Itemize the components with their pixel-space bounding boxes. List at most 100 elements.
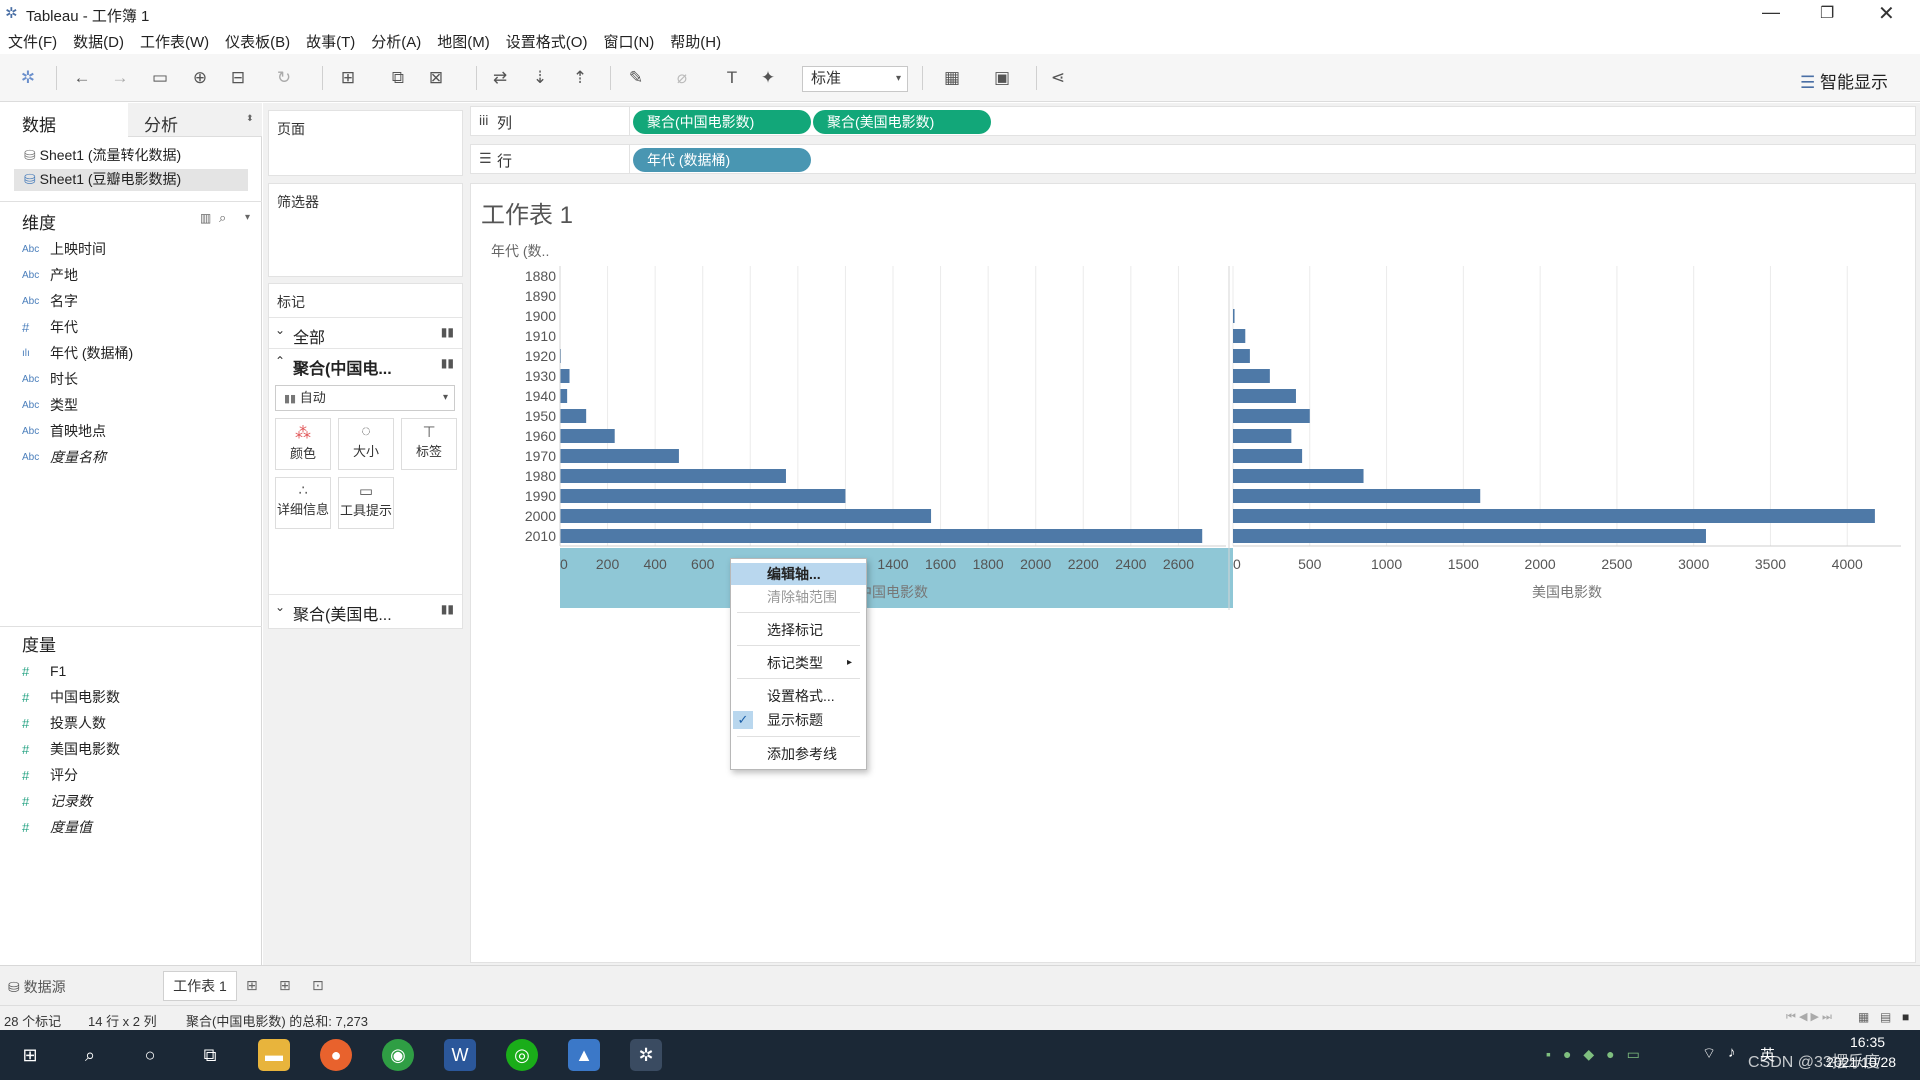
- dimension-field[interactable]: Abc 产地: [22, 263, 78, 287]
- tray-icons[interactable]: ▪●◆●▭: [1546, 1046, 1652, 1063]
- sort-descending-icon[interactable]: ⇡: [568, 66, 592, 90]
- photos-icon[interactable]: ▲: [568, 1039, 600, 1071]
- restore-icon[interactable]: ❐: [1820, 3, 1834, 23]
- measure-field[interactable]: # F1: [22, 659, 66, 683]
- menu-item-format[interactable]: 设置格式...: [731, 685, 866, 707]
- menu-item[interactable]: 故事(T): [306, 31, 355, 52]
- rows-shelf[interactable]: ☰ 行 年代 (数据桶): [470, 144, 1916, 174]
- word-icon[interactable]: W: [444, 1039, 476, 1071]
- dimension-field[interactable]: Abc 度量名称: [22, 445, 106, 469]
- dimension-field[interactable]: Abc 上映时间: [22, 237, 106, 261]
- share-icon[interactable]: ⋖: [1046, 66, 1070, 90]
- sheet-nav-icon[interactable]: ⏮ ◀ ▶ ⏭: [1786, 1010, 1832, 1024]
- firefox-icon[interactable]: ●: [320, 1039, 352, 1071]
- redo-icon[interactable]: →: [108, 66, 132, 90]
- measure-field[interactable]: # 度量值: [22, 815, 92, 839]
- save-icon[interactable]: ▭: [148, 66, 172, 90]
- close-icon[interactable]: ✕: [1878, 1, 1895, 26]
- tabs-view-icon[interactable]: ■: [1902, 1010, 1909, 1024]
- dimension-field[interactable]: # 年代: [22, 315, 78, 339]
- swap-axes-icon[interactable]: ⇄: [488, 66, 512, 90]
- tab-sheet-1[interactable]: 工作表 1: [163, 971, 237, 1001]
- menu-item[interactable]: 数据(D): [73, 31, 124, 52]
- datasource-item-active[interactable]: ⛁ Sheet1 (豆瓣电影数据): [14, 169, 248, 191]
- new-dashboard-icon[interactable]: ⊞: [279, 977, 291, 994]
- filmstrip-icon[interactable]: ▤: [1880, 1010, 1891, 1024]
- show-labels-icon[interactable]: T: [720, 66, 744, 90]
- menu-item-mark-type[interactable]: 标记类型 ▸: [731, 652, 866, 674]
- columns-shelf[interactable]: iii 列 聚合(中国电影数) 聚合(美国电影数): [470, 106, 1916, 136]
- column-pill-us[interactable]: 聚合(美国电影数): [813, 110, 991, 134]
- detail-button[interactable]: ∴ 详细信息: [275, 477, 331, 529]
- mark-type-select[interactable]: ▮▮ 自动 ▾: [275, 385, 455, 411]
- menu-item[interactable]: 仪表板(B): [225, 31, 290, 52]
- new-datasource-icon[interactable]: ⊕: [188, 66, 212, 90]
- menu-item[interactable]: 窗口(N): [603, 31, 654, 52]
- measure-field[interactable]: # 记录数: [22, 789, 92, 813]
- menu-item-show-header[interactable]: ✓ 显示标题: [731, 709, 866, 731]
- duplicate-sheet-icon[interactable]: ⧉: [386, 66, 410, 90]
- measure-field[interactable]: # 评分: [22, 763, 78, 787]
- dimension-field[interactable]: Abc 首映地点: [22, 419, 106, 443]
- undo-icon[interactable]: ←: [70, 66, 94, 90]
- menu-item[interactable]: 工作表(W): [140, 31, 209, 52]
- presentation-icon[interactable]: ▣: [990, 66, 1014, 90]
- dimension-field[interactable]: Abc 时长: [22, 367, 78, 391]
- file-explorer-icon[interactable]: ▬: [258, 1039, 290, 1071]
- pause-update-icon[interactable]: ⊟: [226, 66, 250, 90]
- dimension-field[interactable]: ılı 年代 (数据桶): [22, 341, 133, 365]
- search-icon[interactable]: ⌕: [74, 1039, 106, 1071]
- task-view-icon[interactable]: ⧉: [194, 1039, 226, 1071]
- pin-icon[interactable]: ✦: [756, 66, 780, 90]
- measure-field[interactable]: # 中国电影数: [22, 685, 120, 709]
- tableau-taskbar-icon[interactable]: ✲: [630, 1039, 662, 1071]
- dimension-field[interactable]: Abc 类型: [22, 393, 78, 417]
- column-pill-china[interactable]: 聚合(中国电影数): [633, 110, 811, 134]
- chrome-icon[interactable]: ◉: [382, 1039, 414, 1071]
- filters-card[interactable]: 筛选器: [268, 183, 463, 277]
- size-button[interactable]: ◌ 大小: [338, 418, 394, 470]
- menu-item[interactable]: 设置格式(O): [506, 31, 588, 52]
- clear-sheet-icon[interactable]: ⊠: [424, 66, 448, 90]
- marks-china[interactable]: ⌃ 聚合(中国电... ▮▮: [269, 348, 462, 378]
- view-toggle-icon[interactable]: ▥: [200, 211, 211, 225]
- sheet-sorter-icon[interactable]: ▦: [1858, 1010, 1869, 1024]
- pages-card[interactable]: 页面: [268, 110, 463, 176]
- show-cards-icon[interactable]: ▦: [940, 66, 964, 90]
- fit-select[interactable]: 标准 ▾: [802, 66, 908, 92]
- cortana-icon[interactable]: ○: [134, 1039, 166, 1071]
- tableau-start-icon[interactable]: ✲: [16, 66, 40, 90]
- tab-analysis[interactable]: 分析 ⬍: [128, 103, 262, 137]
- menu-item-add-reference-line[interactable]: 添加参考线: [731, 743, 866, 765]
- menu-item-edit-axis[interactable]: 编辑轴...: [731, 563, 866, 585]
- show-me-button[interactable]: ☰ 智能显示: [1800, 68, 1888, 93]
- volume-icon[interactable]: ♪: [1728, 1044, 1736, 1061]
- search-icon[interactable]: ⌕: [219, 210, 226, 226]
- windows-start-icon[interactable]: ⊞: [14, 1039, 46, 1071]
- row-pill-decade[interactable]: 年代 (数据桶): [633, 148, 811, 172]
- measure-field[interactable]: # 美国电影数: [22, 737, 120, 761]
- marks-all[interactable]: ⌄ 全部 ▮▮: [269, 317, 462, 347]
- menu-item[interactable]: 地图(M): [437, 31, 490, 52]
- tab-data[interactable]: 数据: [0, 103, 128, 137]
- measure-field[interactable]: # 投票人数: [22, 711, 106, 735]
- new-story-icon[interactable]: ⊡: [312, 977, 324, 994]
- datasource-item[interactable]: ⛁ Sheet1 (流量转化数据): [14, 145, 248, 167]
- refresh-icon[interactable]: ↻: [272, 66, 296, 90]
- tab-datasource[interactable]: ⛁ 数据源: [8, 977, 66, 997]
- sort-ascending-icon[interactable]: ⇣: [528, 66, 552, 90]
- color-button[interactable]: ⁂ 颜色: [275, 418, 331, 470]
- menu-item[interactable]: 分析(A): [371, 31, 421, 52]
- dimension-field[interactable]: Abc 名字: [22, 289, 78, 313]
- wechat-icon[interactable]: ◎: [506, 1039, 538, 1071]
- new-sheet-icon[interactable]: ⊞: [336, 66, 360, 90]
- menu-item[interactable]: 帮助(H): [670, 31, 721, 52]
- menu-item[interactable]: 文件(F): [8, 31, 57, 52]
- highlight-icon[interactable]: ✎: [624, 66, 648, 90]
- menu-item-select-marks[interactable]: 选择标记: [731, 619, 866, 641]
- wifi-icon[interactable]: ⌔: [1702, 1044, 1716, 1063]
- label-button[interactable]: ⊤ 标签: [401, 418, 457, 470]
- chevron-down-icon[interactable]: ▾: [245, 212, 250, 223]
- tooltip-button[interactable]: ▭ 工具提示: [338, 477, 394, 529]
- group-icon[interactable]: ⌀: [670, 66, 694, 90]
